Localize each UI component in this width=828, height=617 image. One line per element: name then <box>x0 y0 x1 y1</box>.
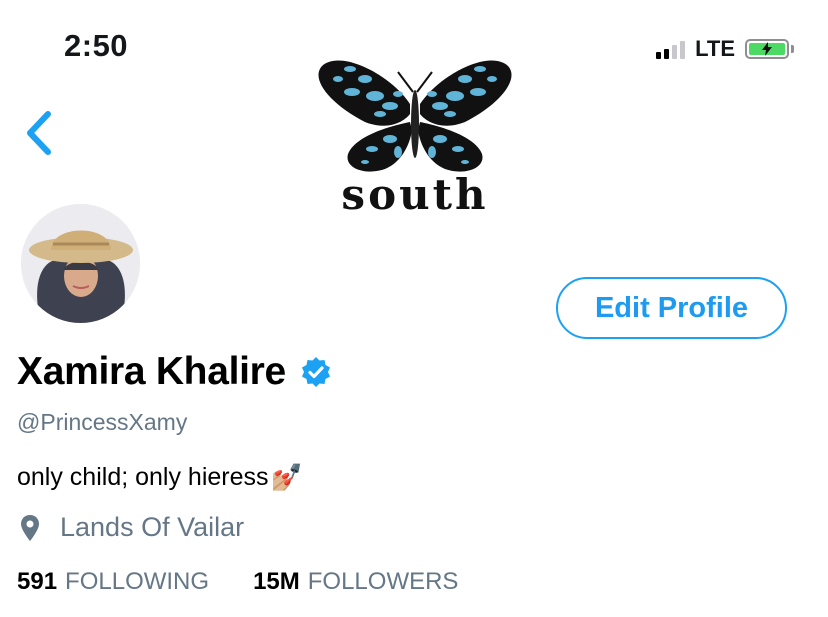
battery-icon <box>745 39 789 59</box>
banner-title: south <box>341 170 489 219</box>
chevron-left-icon <box>27 111 51 155</box>
location-text: Lands Of Vailar <box>60 512 245 542</box>
status-time: 2:50 <box>64 28 129 63</box>
network-label: LTE <box>695 36 735 61</box>
profile-bio-row: only child; only hieress 💅🏼 <box>17 462 303 493</box>
profile-name: Xamira Khalire <box>17 350 286 393</box>
location-pin-icon <box>21 514 39 541</box>
signal-icon <box>656 39 686 59</box>
avatar[interactable] <box>21 204 140 323</box>
profile-location: Lands Of Vailar <box>20 512 244 543</box>
back-button[interactable] <box>22 110 56 156</box>
status-icons: LTE <box>656 36 794 62</box>
edit-profile-button[interactable]: Edit Profile <box>556 277 787 339</box>
battery-tip <box>791 45 794 53</box>
following-stat[interactable]: 591 FOLLOWING <box>17 568 209 596</box>
followers-label: FOLLOWERS <box>307 568 459 595</box>
following-label: FOLLOWING <box>65 568 210 595</box>
followers-stat[interactable]: 15M FOLLOWERS <box>253 568 458 596</box>
following-count: 591 <box>17 568 58 595</box>
nail-polish-emoji: 💅🏼 <box>270 462 303 492</box>
followers-count: 15M <box>253 568 300 595</box>
profile-handle: @PrincessXamy <box>17 409 188 435</box>
avatar-photo <box>21 204 140 323</box>
profile-name-row: Xamira Khalire <box>17 350 332 394</box>
verified-badge-icon <box>301 357 330 387</box>
follow-stats: 591 FOLLOWING 15M FOLLOWERS <box>17 568 458 596</box>
profile-bio: only child; only hieress <box>17 463 269 491</box>
